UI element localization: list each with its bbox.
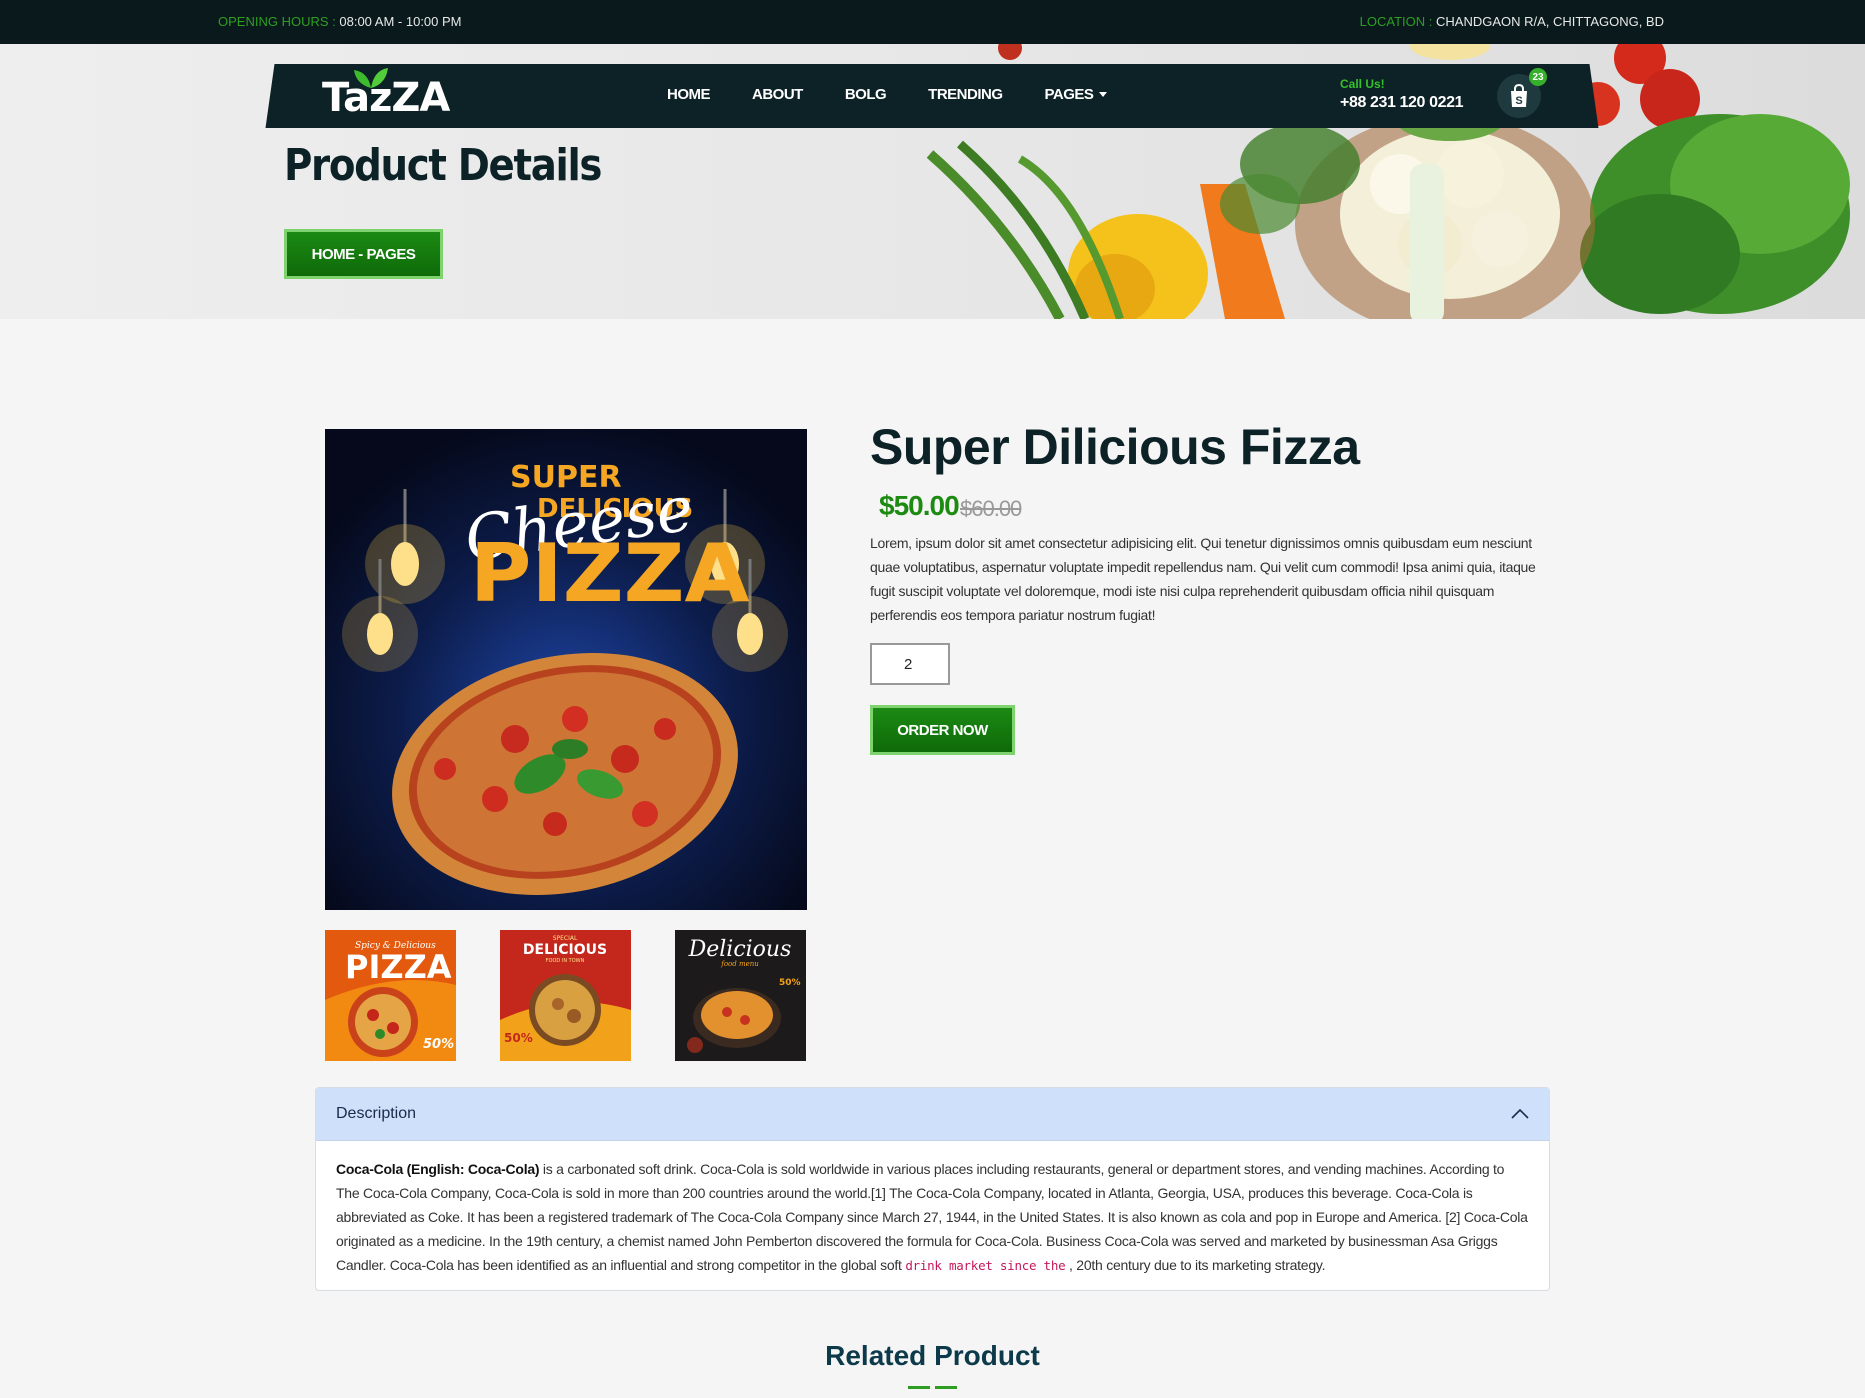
opening-hours-value: 08:00 AM - 10:00 PM <box>339 14 462 29</box>
nav-blog[interactable]: BOLG <box>844 86 887 103</box>
nav-about-label: ABOUT <box>752 86 803 103</box>
location-label: LOCATION : <box>1359 14 1433 29</box>
svg-text:SPECIAL: SPECIAL <box>553 935 578 942</box>
leaf-icon <box>354 68 388 88</box>
thumbnail-2[interactable]: SPECIAL DELICIOUS FOOD IN TOWN 50% <box>500 930 631 1061</box>
product-description: Lorem, ipsum dolor sit amet consectetur … <box>870 535 1536 623</box>
svg-text:DELICIOUS: DELICIOUS <box>523 942 607 958</box>
order-now-label: ORDER NOW <box>897 721 988 739</box>
nav-home[interactable]: HOME <box>667 86 711 103</box>
location: LOCATION : CHANDGAON R/A, CHITTAGONG, BD <box>1360 14 1664 29</box>
svg-text:S: S <box>1515 95 1522 107</box>
heading-underline-left <box>908 1386 930 1389</box>
svg-text:50%: 50% <box>504 1031 533 1045</box>
svg-text:PIZZA: PIZZA <box>470 528 750 621</box>
related-product-heading: Related Product <box>825 1340 1040 1371</box>
nav-about[interactable]: ABOUT <box>752 86 803 103</box>
description-accordion-body: Coca-Cola (English: Coca-Cola) is a carb… <box>316 1141 1549 1290</box>
product-title: Super Dilicious Fizza <box>870 419 1360 475</box>
opening-hours: OPENING HOURS : 08:00 AM - 10:00 PM <box>218 14 462 29</box>
breadcrumb[interactable]: HOME - PAGES <box>284 229 443 279</box>
svg-text:food menu: food menu <box>720 960 759 968</box>
call-us[interactable]: Call Us! +88 231 120 0221 <box>1340 77 1463 112</box>
heading-underline-right <box>935 1386 957 1389</box>
thumbnail-3[interactable]: Delicious food menu 50% <box>675 930 806 1061</box>
call-us-label: Call Us! <box>1340 77 1385 91</box>
svg-text:Delicious: Delicious <box>688 937 792 962</box>
description-accordion-title: Description <box>336 1105 417 1122</box>
thumbnail-biryani-image: SPECIAL DELICIOUS FOOD IN TOWN 50% <box>500 930 631 1061</box>
location-value: CHANDGAON R/A, CHITTAGONG, BD <box>1436 14 1664 29</box>
thumbnail-food-menu-image: Delicious food menu 50% <box>675 930 806 1061</box>
cart-count-badge: 23 <box>1529 68 1547 86</box>
nav-pages[interactable]: PAGES <box>1045 86 1108 103</box>
product-main-image: SUPER DELICIOUS Cheese PIZZA <box>325 429 807 910</box>
nav-home-label: HOME <box>667 86 711 103</box>
call-us-number: +88 231 120 0221 <box>1340 94 1464 111</box>
quantity-input[interactable] <box>870 643 950 685</box>
chevron-up-icon[interactable] <box>1511 1109 1529 1119</box>
page-title: Product Details <box>284 140 602 191</box>
pizza-poster: SUPER DELICIOUS Cheese PIZZA <box>342 460 788 896</box>
top-info-bar: OPENING HOURS : 08:00 AM - 10:00 PM LOCA… <box>0 0 1865 44</box>
description-text-1: is a carbonated soft drink. Coca-Cola is… <box>336 1161 1528 1273</box>
breadcrumb-label: HOME - PAGES <box>311 245 416 263</box>
product-old-price: $60.00 <box>960 496 1022 521</box>
nav-pages-label: PAGES <box>1044 86 1094 103</box>
main-menu: HOME ABOUT BOLG TRENDING PAGES <box>667 86 1149 103</box>
nav-blog-label: BOLG <box>844 86 887 103</box>
description-accordion-header[interactable]: Description <box>316 1088 1549 1141</box>
svg-text:PIZZA: PIZZA <box>345 948 452 986</box>
nav-trending[interactable]: TRENDING <box>928 86 1003 103</box>
svg-text:50%: 50% <box>779 978 801 988</box>
shopping-bag-icon: S <box>1511 84 1527 107</box>
svg-text:50%: 50% <box>423 1037 454 1052</box>
main-navbar: TazZA HOME ABOUT BOLG TRENDING PAGES Cal… <box>282 64 1582 128</box>
product-price: $50.00 <box>879 490 960 521</box>
thumbnail-pizza-image: Spicy & Delicious PIZZA 50% <box>325 930 456 1061</box>
description-text-2: , 20th century due to its marketing stra… <box>1065 1257 1326 1273</box>
nav-trending-label: TRENDING <box>928 86 1003 103</box>
light-bulb-left <box>342 489 445 672</box>
description-code: drink market since the <box>905 1258 1066 1273</box>
chevron-down-icon <box>1099 92 1108 97</box>
thumbnail-1[interactable]: Spicy & Delicious PIZZA 50% <box>325 930 456 1061</box>
cart-button[interactable]: S 23 <box>1497 68 1547 118</box>
opening-hours-label: OPENING HOURS : <box>218 14 336 29</box>
order-now-button[interactable]: ORDER NOW <box>870 705 1015 755</box>
description-bold-intro: Coca-Cola (English: Coca-Cola) <box>336 1161 540 1177</box>
description-accordion: Description Coca-Cola (English: Coca-Col… <box>315 1087 1550 1291</box>
svg-text:FOOD IN TOWN: FOOD IN TOWN <box>546 958 585 964</box>
